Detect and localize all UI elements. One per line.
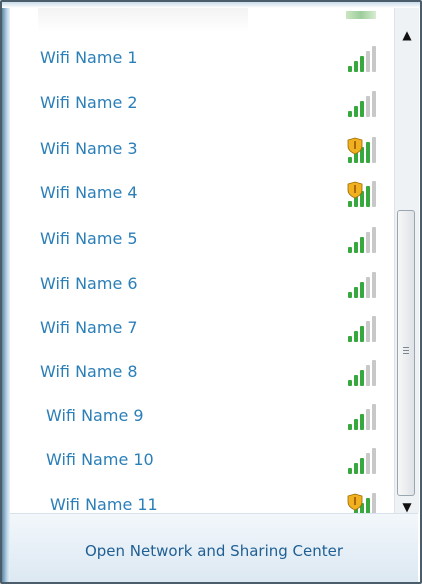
partial-signal-icon: [346, 11, 376, 19]
wifi-network-name: Wifi Name 9: [46, 406, 144, 425]
vertical-scrollbar[interactable]: ▲ ▼: [394, 8, 419, 514]
secured-signal-strength-icon: [344, 179, 384, 211]
open-network-sharing-center-link[interactable]: Open Network and Sharing Center: [10, 542, 418, 560]
wifi-network-name: Wifi Name 10: [46, 450, 154, 469]
popup-footer: Open Network and Sharing Center: [10, 513, 418, 582]
wireless-network-popup: Wifi Name 1 Wifi Name 2 Wifi Name 3 Wifi…: [0, 0, 422, 584]
signal-strength-icon: [344, 446, 384, 478]
signal-strength-icon: [344, 270, 384, 302]
wifi-network-name: Wifi Name 2: [40, 93, 138, 112]
wifi-network-name: Wifi Name 8: [40, 362, 138, 381]
wifi-network-name: Wifi Name 5: [40, 229, 138, 248]
signal-strength-icon: [344, 44, 384, 76]
scrollbar-grip-icon: [403, 347, 409, 355]
wifi-network-row[interactable]: Wifi Name 2: [10, 83, 394, 127]
signal-strength-icon: [344, 89, 384, 121]
partial-top-row: [38, 8, 248, 32]
secured-signal-strength-icon: [344, 135, 384, 167]
wifi-network-row[interactable]: Wifi Name 5: [10, 219, 394, 263]
window-left-frame: [2, 2, 10, 582]
wifi-network-row[interactable]: Wifi Name 4: [10, 173, 394, 217]
wifi-network-row[interactable]: Wifi Name 7: [10, 308, 394, 352]
wifi-network-name: Wifi Name 3: [40, 139, 138, 158]
wifi-network-row[interactable]: Wifi Name 10: [10, 440, 394, 484]
wifi-network-row[interactable]: Wifi Name 3: [10, 129, 394, 173]
wifi-network-row[interactable]: Wifi Name 8: [10, 352, 394, 396]
wifi-network-name: Wifi Name 4: [40, 183, 138, 202]
wifi-network-list: Wifi Name 1 Wifi Name 2 Wifi Name 3 Wifi…: [10, 8, 394, 519]
wifi-network-row[interactable]: Wifi Name 9: [10, 396, 394, 440]
signal-strength-icon: [344, 225, 384, 257]
scrollbar-thumb[interactable]: [397, 210, 415, 496]
wifi-network-name: Wifi Name 1: [40, 48, 138, 67]
wifi-network-name: Wifi Name 6: [40, 274, 138, 293]
wifi-network-row[interactable]: Wifi Name 6: [10, 264, 394, 308]
signal-strength-icon: [344, 358, 384, 390]
wifi-network-name: Wifi Name 11: [50, 495, 158, 514]
scroll-up-icon[interactable]: ▲: [398, 26, 416, 44]
signal-strength-icon: [344, 402, 384, 434]
wifi-network-row[interactable]: Wifi Name 1: [10, 38, 394, 82]
signal-strength-icon: [344, 314, 384, 346]
wifi-network-name: Wifi Name 7: [40, 318, 138, 337]
